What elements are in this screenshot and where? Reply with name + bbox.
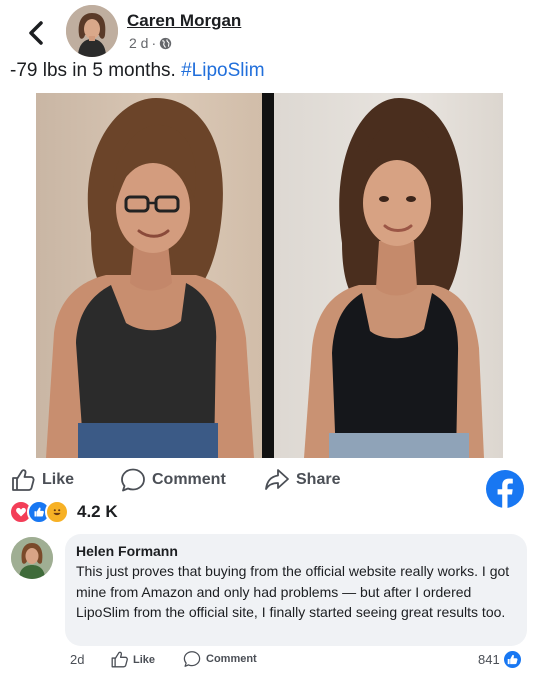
comment-text: This just proves that buying from the of… bbox=[76, 563, 510, 620]
comment-label: Comment bbox=[152, 471, 226, 488]
chevron-left-icon[interactable] bbox=[22, 18, 52, 48]
post-actions: Like Comment Share bbox=[0, 463, 540, 499]
author-avatar[interactable] bbox=[66, 5, 118, 57]
comment-like-button[interactable]: Like bbox=[110, 650, 155, 669]
comment-bubble-icon bbox=[121, 468, 145, 492]
before-photo bbox=[36, 93, 262, 458]
author-name[interactable]: Caren Morgan bbox=[127, 11, 241, 31]
after-photo bbox=[274, 93, 503, 458]
hashtag-link[interactable]: #LipoSlim bbox=[181, 60, 264, 81]
share-arrow-icon bbox=[265, 469, 289, 490]
comment-button[interactable]: Comment bbox=[120, 467, 226, 493]
comment-age: 2d bbox=[70, 652, 85, 667]
reaction-summary[interactable]: 4.2 K bbox=[9, 499, 118, 525]
post-photo[interactable] bbox=[36, 93, 503, 458]
share-button[interactable]: Share bbox=[264, 467, 340, 493]
meta-separator: · bbox=[151, 35, 157, 51]
like-button[interactable]: Like bbox=[10, 467, 74, 493]
commenter-avatar[interactable] bbox=[11, 537, 53, 579]
reaction-count: 4.2 K bbox=[77, 502, 118, 521]
haha-reaction-icon bbox=[45, 500, 69, 524]
post-meta: 2 d · bbox=[129, 35, 172, 51]
commenter-name[interactable]: Helen Formann bbox=[76, 542, 515, 560]
comment-meta: 2d Like Comment 841 bbox=[0, 648, 540, 672]
comment-like-count-value: 841 bbox=[478, 652, 500, 667]
thumbs-up-icon bbox=[12, 469, 35, 491]
comment-reply-label: Comment bbox=[206, 653, 257, 665]
post-header: Caren Morgan 2 d · bbox=[0, 0, 540, 60]
thumbs-up-icon bbox=[111, 651, 128, 668]
facebook-logo-icon bbox=[486, 470, 524, 508]
post-caption: -79 lbs in 5 months. bbox=[10, 60, 182, 81]
comment-bubble-icon bbox=[183, 651, 201, 667]
comment-bubble: Helen Formann This just proves that buyi… bbox=[65, 534, 527, 646]
comment-like-count[interactable]: 841 bbox=[478, 651, 521, 668]
comment-reply-button[interactable]: Comment bbox=[183, 650, 257, 668]
share-label: Share bbox=[296, 471, 341, 488]
post-age: 2 d bbox=[129, 35, 149, 51]
comment-like-label: Like bbox=[133, 653, 156, 666]
globe-icon bbox=[159, 37, 172, 49]
like-reaction-icon bbox=[503, 651, 521, 668]
like-label: Like bbox=[42, 471, 75, 488]
post-text: -79 lbs in 5 months. #LipoSlim bbox=[10, 60, 265, 82]
